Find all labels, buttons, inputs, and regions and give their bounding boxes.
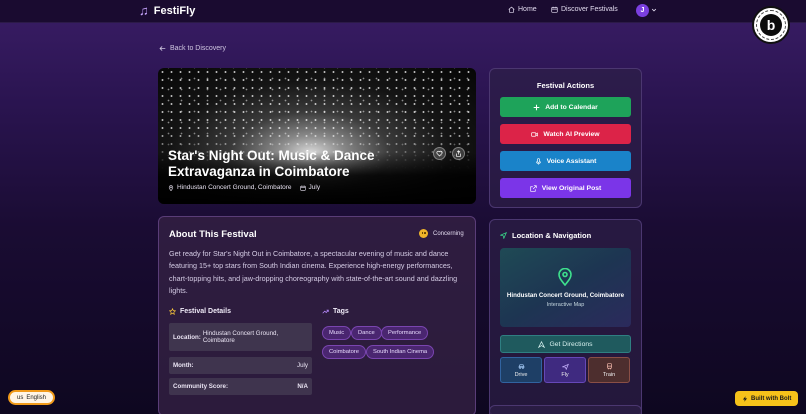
hero-month-text: July (308, 184, 321, 191)
map-pin-icon (558, 268, 572, 286)
location-heading: Location & Navigation (500, 231, 591, 240)
built-with-bolt-label: Built with Bolt (751, 395, 792, 402)
tags-heading-text: Tags (333, 308, 349, 315)
fly-button[interactable]: Fly (544, 357, 586, 383)
detail-label: Location: (173, 333, 201, 341)
watch-ai-preview-label: Watch AI Preview (543, 130, 600, 138)
detail-row-month: Month: July (169, 357, 312, 374)
directions-icon (538, 340, 546, 348)
train-label: Train (602, 371, 616, 378)
voice-assistant-label: Voice Assistant (546, 157, 597, 165)
get-directions-label: Get Directions (549, 340, 593, 348)
nav-discover-label: Discover Festivals (561, 6, 618, 13)
about-heading: About This Festival (169, 229, 257, 240)
navigation-arrow-icon (500, 232, 507, 239)
hero-month: July (299, 184, 321, 191)
language-selector[interactable]: us English (8, 390, 56, 405)
detail-value: N/A (297, 383, 308, 390)
voice-assistant-button[interactable]: Voice Assistant (500, 151, 631, 171)
tag-chip[interactable]: South Indian Cinema (366, 345, 435, 359)
festival-actions-heading: Festival Actions (536, 81, 595, 90)
view-original-post-button[interactable]: View Original Post (500, 178, 631, 198)
detail-row-location: Location: Hindustan Concert Ground, Coim… (169, 323, 312, 351)
train-button[interactable]: Train (588, 357, 630, 383)
drive-button[interactable]: Drive (500, 357, 542, 383)
language-label: English (26, 394, 47, 401)
detail-row-score: Community Score: N/A (169, 378, 312, 395)
external-link-icon (530, 184, 537, 192)
share-icon (456, 150, 461, 157)
star-icon (169, 308, 176, 315)
about-description: Get ready for Star's Night Out in Coimba… (169, 249, 458, 295)
video-icon (531, 131, 539, 137)
brand-logo[interactable]: ♫ FestiFly (139, 4, 195, 18)
tag-chip[interactable]: Music (322, 326, 352, 340)
nav-home-link[interactable]: Home (508, 6, 537, 13)
app-name: FestiFly (153, 5, 196, 17)
trending-icon (322, 309, 329, 314)
built-with-bolt-button[interactable]: Built with Bolt (735, 391, 799, 406)
location-heading-text: Location & Navigation (512, 231, 592, 240)
drive-label: Drive (514, 371, 528, 378)
heart-icon (436, 150, 443, 157)
detail-label: Community Score: (173, 383, 229, 390)
nav-discover-link[interactable]: Discover Festivals (551, 6, 618, 13)
map-pin-icon (168, 184, 174, 191)
home-icon (508, 6, 515, 13)
tag-chip[interactable]: Dance (351, 326, 382, 340)
hero-meta: Hindustan Concert Ground, Coimbatore Jul… (168, 184, 320, 191)
back-to-discovery-link[interactable]: Back to Discovery (159, 45, 226, 52)
plus-icon (533, 104, 540, 110)
train-icon (606, 362, 612, 369)
get-directions-button[interactable]: Get Directions (500, 335, 631, 353)
bolt-badge[interactable]: b (752, 6, 790, 44)
fly-label: Fly (561, 371, 569, 378)
interactive-map[interactable] (500, 248, 631, 327)
detail-value: Hindustan Concert Ground, Coimbatore (202, 330, 279, 344)
arrow-left-icon (159, 46, 166, 51)
map-venue-name: Hindustan Concert Ground, Coimbatore (506, 292, 625, 299)
map-label: Interactive Map (546, 302, 585, 308)
add-to-calendar-label: Add to Calendar (545, 103, 598, 111)
share-button[interactable] (452, 147, 465, 160)
top-navbar: ♫ FestiFly Home Discover Festivals J (0, 0, 806, 23)
details-heading-text: Festival Details (180, 308, 231, 315)
car-icon (518, 363, 524, 369)
sentiment-badge: Concerning (419, 229, 464, 238)
microphone-icon (535, 157, 541, 165)
user-avatar[interactable]: J (636, 4, 649, 17)
nav-home-label: Home (518, 6, 537, 13)
back-link-label: Back to Discovery (170, 45, 227, 52)
festival-details-heading: Festival Details (169, 308, 231, 315)
tag-chip[interactable]: Coimbatore (322, 345, 366, 359)
add-to-calendar-button[interactable]: Add to Calendar (500, 97, 631, 117)
lightning-icon (742, 395, 748, 402)
favorite-button[interactable] (433, 147, 446, 160)
flag-icon: us (17, 394, 24, 401)
worried-face-icon (419, 229, 428, 238)
tag-chip[interactable]: Performance (381, 326, 429, 340)
tags-heading: Tags (322, 308, 349, 315)
next-card (489, 405, 642, 414)
calendar-icon (299, 185, 306, 191)
calendar-icon (551, 6, 558, 13)
plane-icon (561, 363, 569, 370)
view-original-post-label: View Original Post (541, 184, 602, 192)
music-note-icon: ♫ (139, 3, 149, 18)
detail-label: Month: (173, 362, 194, 369)
chevron-down-icon[interactable] (651, 7, 657, 13)
festival-title: Star's Night Out: Music & Dance Extravag… (168, 148, 375, 179)
watch-ai-preview-button[interactable]: Watch AI Preview (500, 124, 631, 144)
detail-value: July (296, 362, 308, 369)
sentiment-label: Concerning (433, 230, 464, 237)
hero-venue-text: Hindustan Concert Ground, Coimbatore (177, 184, 292, 191)
badge-ring (756, 10, 786, 40)
hero-venue: Hindustan Concert Ground, Coimbatore (168, 184, 292, 191)
